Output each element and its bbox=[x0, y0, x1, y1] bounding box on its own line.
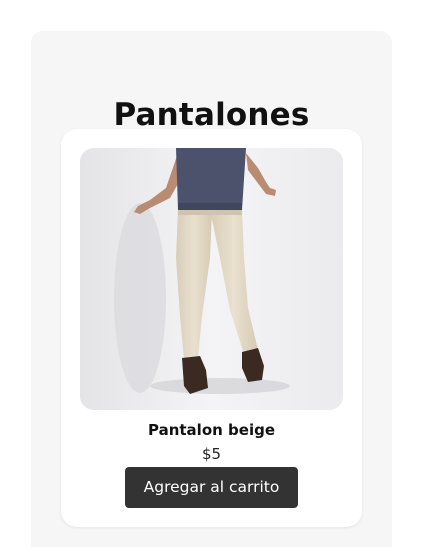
product-image bbox=[80, 148, 343, 410]
add-to-cart-button[interactable]: Agregar al carrito bbox=[125, 467, 298, 508]
page: Pantalones Pantalon beige $5 Agregar al … bbox=[0, 0, 423, 547]
product-name: Pantalon beige bbox=[148, 421, 275, 439]
product-photo-illustration bbox=[80, 148, 343, 410]
product-price: $5 bbox=[201, 445, 222, 463]
product-card: Pantalon beige $5 Agregar al carrito bbox=[61, 129, 362, 527]
